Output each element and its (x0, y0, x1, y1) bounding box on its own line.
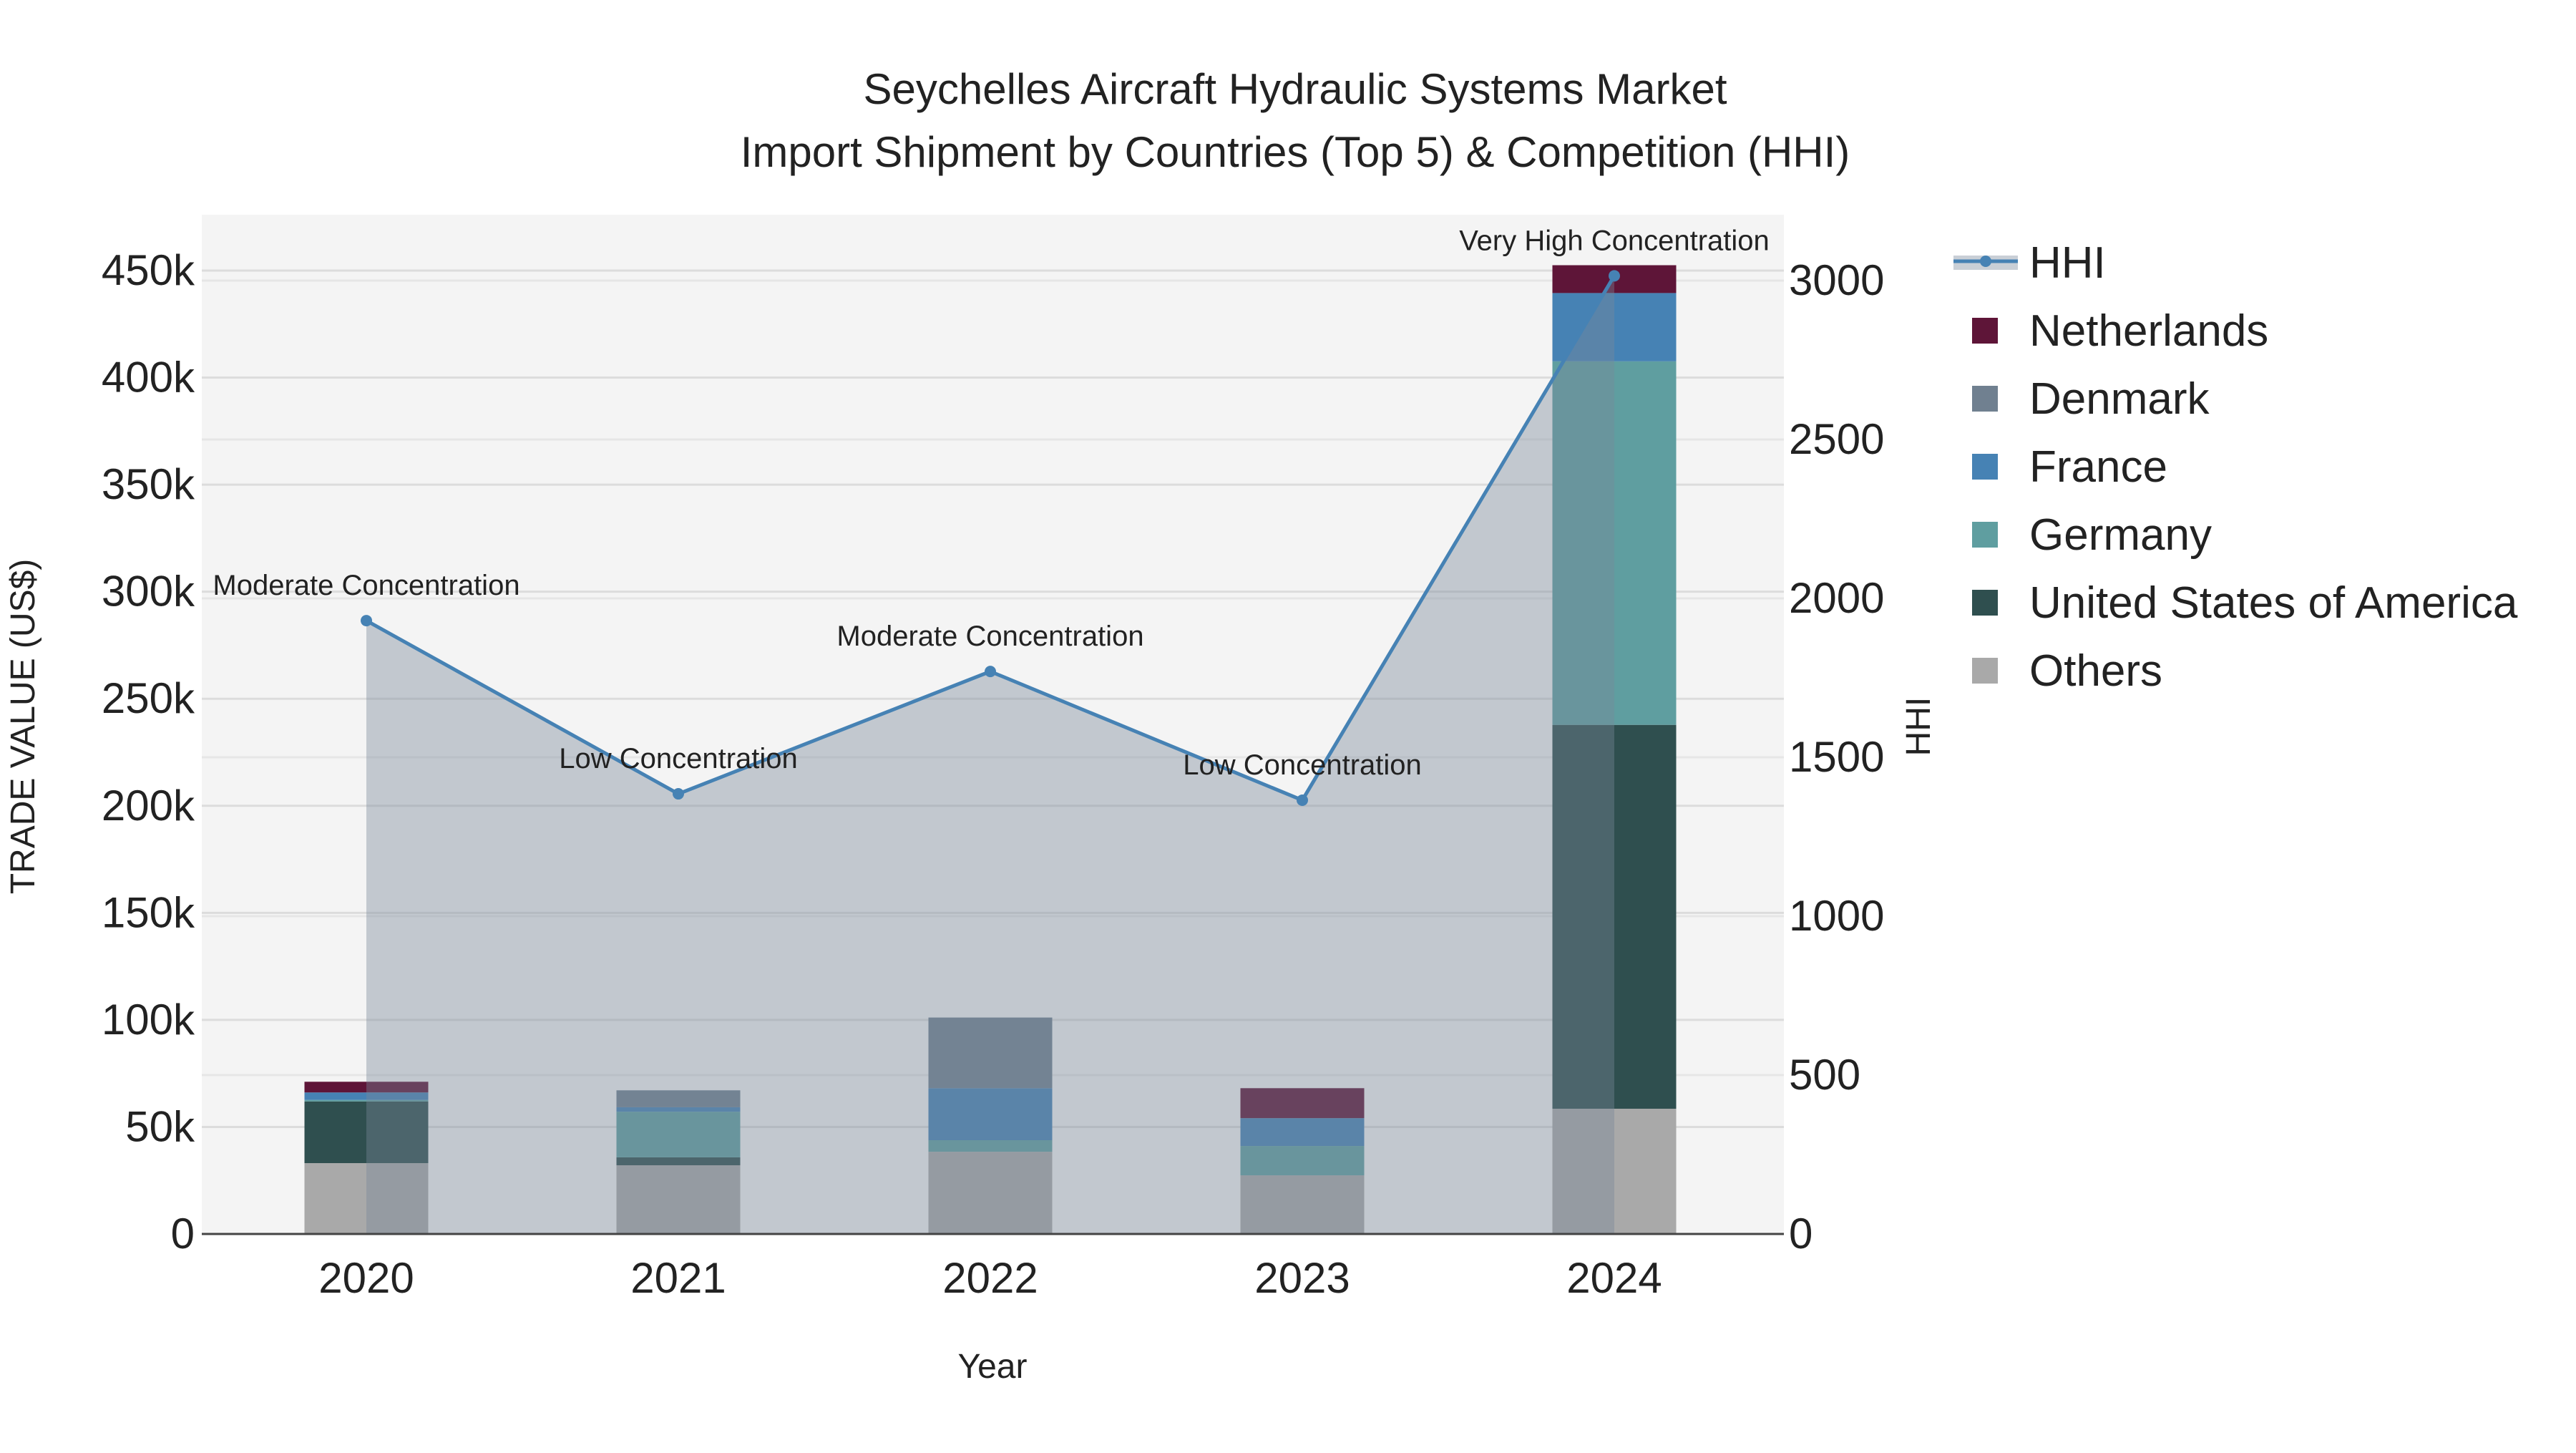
y-axis-title: TRADE VALUE (US$) (4, 559, 42, 895)
legend-hhi-marker (1980, 256, 1991, 267)
legend-swatch (1972, 522, 1998, 548)
y-axis-ticks: 0 50k 100k 150k 200k 250k 300k 350k 400k 450k (102, 246, 195, 1258)
hhi-point (361, 615, 372, 627)
legend-label: HHI (2029, 238, 2106, 288)
y2-axis-ticks: 0 500 1000 1500 2000 2500 3000 (1789, 256, 1884, 1258)
y-tick-label: 250k (102, 674, 195, 722)
y2-tick-label: 0 (1789, 1210, 1813, 1258)
y-tick-label: 100k (102, 996, 195, 1044)
y-tick-label: 0 (171, 1210, 195, 1258)
y-tick-label: 400k (102, 354, 195, 402)
x-axis-ticks: 2020 2021 2022 2023 2024 (318, 1254, 1662, 1302)
legend-swatch (1972, 386, 1998, 412)
legend-swatch (1972, 658, 1998, 684)
hhi-point (1609, 270, 1620, 282)
y2-tick-label: 2500 (1789, 415, 1884, 463)
legend-swatch (1972, 454, 1998, 480)
y-tick-label: 350k (102, 460, 195, 508)
legend-swatch (1972, 318, 1998, 344)
hhi-point (673, 788, 684, 800)
legend-label: Denmark (2029, 374, 2210, 424)
x-tick-label: 2021 (630, 1254, 726, 1302)
hhi-annotation: Low Concentration (1183, 749, 1422, 781)
chart-title-line-1: Seychelles Aircraft Hydraulic Systems Ma… (863, 65, 1727, 113)
legend-label: Others (2029, 646, 2162, 696)
hhi-annotation: Moderate Concentration (836, 621, 1143, 652)
y-tick-label: 300k (102, 568, 195, 616)
hhi-annotation: Very High Concentration (1459, 225, 1770, 256)
hhi-point (985, 666, 996, 678)
hhi-point (1297, 794, 1308, 806)
y-tick-label: 450k (102, 246, 195, 294)
y2-axis-title: HHI (1900, 697, 1938, 757)
y2-tick-label: 2000 (1789, 574, 1884, 622)
legend-swatch (1972, 590, 1998, 616)
y2-tick-label: 3000 (1789, 256, 1884, 304)
legend: HHI Netherlands Denmark France Germany United… (1953, 238, 2518, 696)
y2-tick-label: 500 (1789, 1051, 1860, 1099)
x-tick-label: 2023 (1254, 1254, 1350, 1302)
x-tick-label: 2022 (942, 1254, 1038, 1302)
y-tick-label: 50k (125, 1102, 195, 1150)
hhi-annotation: Low Concentration (559, 743, 798, 774)
legend-label: Germany (2029, 510, 2212, 560)
y-tick-label: 200k (102, 782, 195, 830)
x-tick-label: 2020 (318, 1254, 414, 1302)
chart: Moderate Concentration Low Concentration M… (4, 65, 2518, 1386)
x-tick-label: 2024 (1566, 1254, 1662, 1302)
y2-tick-label: 1000 (1789, 892, 1884, 940)
x-axis-title: Year (958, 1348, 1028, 1386)
y2-tick-label: 1500 (1789, 733, 1884, 781)
hhi-annotation: Moderate Concentration (213, 570, 519, 601)
legend-label: Netherlands (2029, 306, 2268, 356)
legend-label: United States of America (2029, 578, 2518, 628)
chart-title-line-2: Import Shipment by Countries (Top 5) & C… (741, 128, 1850, 176)
y-tick-label: 150k (102, 888, 195, 936)
legend-label: France (2029, 442, 2167, 492)
